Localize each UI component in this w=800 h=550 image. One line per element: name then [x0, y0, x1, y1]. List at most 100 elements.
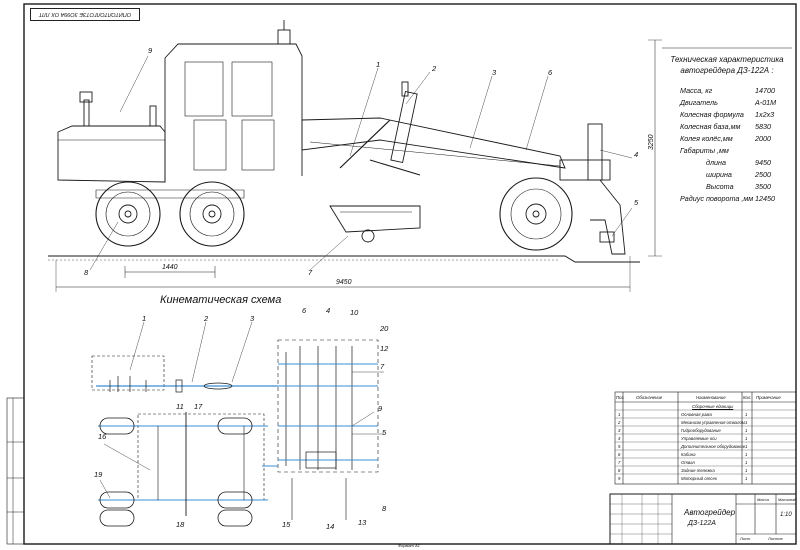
kin-callout-6: 6: [302, 306, 307, 315]
spec-value: 3500: [755, 182, 771, 191]
parts-name: Кабина: [681, 452, 696, 457]
parts-name: Дополнительное оборудование: [681, 444, 746, 449]
kin-callout-4: 4: [326, 306, 331, 315]
parts-name: Задние тележка: [681, 468, 715, 473]
parts-name: Моторный отсек: [681, 476, 717, 481]
callout-1: 1: [376, 60, 381, 69]
parts-qty: 1: [745, 452, 748, 457]
title-model: ДЗ-122А: [688, 520, 716, 527]
spec-label: Масса, кг: [680, 86, 713, 95]
kin-callout-18: 18: [176, 520, 185, 529]
kin-callout-3: 3: [250, 314, 255, 323]
kin-callout-10: 10: [350, 308, 359, 317]
kin-callout-1: 1: [142, 314, 147, 323]
dimension-length: 9450: [336, 279, 352, 286]
kinematic-title: Кинематическая схема: [160, 294, 282, 306]
spec-label: Колесная база,мм: [680, 122, 741, 131]
parts-qty: 1: [745, 444, 748, 449]
kin-callout-16: 16: [98, 432, 107, 441]
parts-pos: 1: [618, 412, 621, 417]
grader-side-view: [48, 20, 662, 292]
kin-callout-8: 8: [382, 504, 387, 513]
parts-pos: 9: [618, 476, 621, 481]
parts-section: Сборочные единицы: [692, 404, 734, 409]
spec-label: Высота: [706, 182, 734, 191]
parts-pos: 4: [618, 436, 621, 441]
spec-label: Габариты ,мм: [680, 146, 729, 155]
title-mass-label: Масса: [757, 497, 769, 502]
parts-qty: 1: [745, 428, 748, 433]
document-stamp: ОПИТОЛТОЛГОТЗЕ 3О99А ОХ ЛЛТ: [30, 8, 140, 21]
spec-value: 14700: [755, 86, 775, 95]
spec-value: 9450: [755, 158, 771, 167]
parts-header-pos: Поз.: [616, 395, 625, 400]
parts-header-designation: Обозначение: [636, 395, 663, 400]
parts-pos: 8: [618, 468, 621, 473]
kin-callout-13: 13: [358, 518, 367, 527]
rear-wheel-1: [95, 181, 161, 247]
parts-qty: 1: [745, 412, 748, 417]
parts-name: Основная рама: [681, 412, 712, 417]
callout-7: 7: [308, 268, 313, 277]
spec-label: Колея колёс,мм: [680, 134, 733, 143]
title-scale: 1:10: [780, 512, 792, 518]
dimension-height: 3250: [648, 134, 655, 150]
spec-value: 1х2х3: [755, 110, 775, 119]
title-scale-label: Масштаб: [778, 497, 797, 502]
parts-qty: 1: [745, 476, 748, 481]
title-name: Автогрейдер: [684, 508, 736, 517]
parts-header-qty: Кол.: [743, 395, 752, 400]
spec-label: длина: [706, 158, 726, 167]
parts-name: Отвал: [681, 460, 695, 465]
parts-pos: 5: [618, 444, 621, 449]
parts-qty: 1: [745, 420, 748, 425]
front-wheel: [499, 177, 573, 251]
spec-value: 5830: [755, 122, 771, 131]
callout-6: 6: [548, 68, 553, 77]
kin-callout-9: 9: [378, 404, 383, 413]
kinematic-scheme: [91, 321, 384, 527]
kin-callout-7: 7: [380, 362, 385, 371]
parts-pos: 7: [618, 460, 621, 465]
title-sheets: Листов: [768, 536, 783, 541]
kin-callout-5: 5: [382, 428, 387, 437]
title-sheet: Лист: [740, 536, 751, 541]
spec-label: Двигатель: [680, 98, 718, 107]
drawing-sheet: [6, 3, 797, 545]
callout-2: 2: [432, 64, 437, 73]
parts-pos: 6: [618, 452, 621, 457]
callout-5: 5: [634, 198, 639, 207]
parts-name: Гидрооборудование: [681, 428, 721, 433]
parts-pos: 2: [618, 420, 621, 425]
kin-callout-14: 14: [326, 522, 335, 531]
kin-callout-11: 11: [176, 402, 184, 411]
spec-title: Техническая характеристика автогрейдера …: [670, 55, 784, 75]
parts-pos: 3: [618, 428, 621, 433]
spec-value: 12450: [755, 194, 775, 203]
kin-callout-19: 19: [94, 470, 103, 479]
dimension-span: 1440: [162, 264, 178, 271]
callout-3: 3: [492, 68, 497, 77]
spec-label: ширина: [706, 170, 732, 179]
parts-qty: 1: [745, 436, 748, 441]
callout-8: 8: [84, 268, 89, 277]
parts-name: Механизм управления отвалом: [681, 420, 745, 425]
spec-value: А-01М: [755, 98, 777, 107]
side-stamp: [6, 397, 25, 545]
kin-callout-20: 20: [380, 324, 389, 333]
kin-callout-2: 2: [204, 314, 209, 323]
spec-label: Колесная формула: [680, 110, 744, 119]
parts-qty: 1: [745, 468, 748, 473]
kin-callout-17: 17: [194, 402, 203, 411]
parts-name: Управляемые оси: [681, 436, 717, 441]
parts-header-name: Наименование: [696, 395, 726, 400]
callout-4: 4: [634, 150, 639, 159]
format-label: Формат А1: [398, 543, 420, 548]
kin-callout-12: 12: [380, 344, 389, 353]
spec-label: Радиус поворота ,мм: [680, 194, 754, 203]
spec-value: 2500: [755, 170, 771, 179]
parts-header-note: Примечание: [756, 395, 781, 400]
rear-wheel-2: [179, 181, 245, 247]
kin-callout-15: 15: [282, 520, 291, 529]
callout-9: 9: [148, 46, 153, 55]
